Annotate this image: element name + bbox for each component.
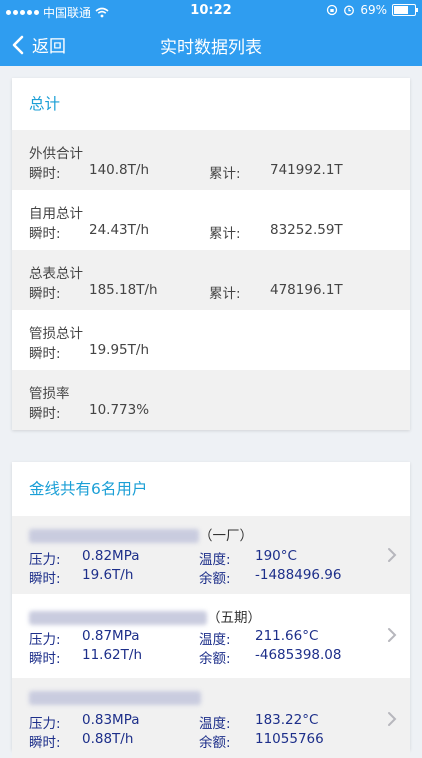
summary-row-loss-total: 管损总计 瞬时: 19.95T/h — [12, 310, 410, 370]
chevron-right-icon — [388, 628, 397, 642]
instant-value: 10.773% — [89, 402, 150, 418]
instant-label: 瞬时: — [29, 166, 61, 182]
alarm-icon — [344, 5, 355, 16]
flow-label: 瞬时: — [29, 571, 61, 587]
row-name: 总表总计 — [29, 266, 83, 282]
total-label: 累计: — [209, 226, 241, 242]
user-list-item[interactable]: 压力: 0.83MPa 温度: 183.22°C 瞬时: 0.88T/h 余额:… — [12, 678, 410, 758]
pressure-label: 压力: — [29, 716, 61, 732]
summary-row-meter-total: 总表总计 瞬时: 185.18T/h 累计: 478196.1T — [12, 250, 410, 310]
temperature-value: 183.22°C — [255, 712, 319, 728]
pressure-label: 压力: — [29, 552, 61, 568]
flow-label: 瞬时: — [29, 651, 61, 667]
instant-label: 瞬时: — [29, 406, 61, 422]
page-title: 实时数据列表 — [160, 38, 262, 58]
instant-label: 瞬时: — [29, 346, 61, 362]
redacted-name — [29, 611, 207, 625]
users-title: 金线共有6名用户 — [29, 480, 148, 498]
instant-value: 185.18T/h — [89, 282, 158, 298]
flow-label: 瞬时: — [29, 735, 61, 751]
instant-value: 19.95T/h — [89, 342, 149, 358]
temperature-value: 211.66°C — [255, 628, 319, 644]
summary-title: 总计 — [29, 95, 61, 113]
row-name: 自用总计 — [29, 206, 83, 222]
summary-row-supply: 外供合计 瞬时: 140.8T/h 累计: 741992.1T — [12, 130, 410, 190]
user-list-item[interactable]: （五期） 压力: 0.87MPa 温度: 211.66°C 瞬时: 11.62T… — [12, 594, 410, 678]
orientation-lock-icon — [327, 4, 338, 16]
temperature-label: 温度: — [199, 632, 231, 648]
user-name: （五期） — [29, 606, 261, 626]
summary-row-self-use: 自用总计 瞬时: 24.43T/h 累计: 83252.59T — [12, 190, 410, 250]
navigation-bar: 返回 实时数据列表 — [0, 22, 422, 66]
battery-percent: 69% — [360, 3, 387, 17]
row-name: 外供合计 — [29, 146, 83, 162]
temperature-label: 温度: — [199, 716, 231, 732]
total-label: 累计: — [209, 286, 241, 302]
instant-value: 140.8T/h — [89, 162, 149, 178]
instant-value: 24.43T/h — [89, 222, 149, 238]
status-right: 69% — [326, 3, 418, 17]
balance-label: 余额: — [199, 735, 231, 751]
total-value: 741992.1T — [270, 162, 343, 178]
balance-value: 11055766 — [255, 731, 324, 747]
user-name: （一厂） — [29, 524, 253, 544]
redacted-name — [29, 691, 201, 705]
row-name: 管损总计 — [29, 326, 83, 342]
summary-row-loss-rate: 管损率 瞬时: 10.773% — [12, 370, 410, 430]
total-value: 478196.1T — [270, 282, 343, 298]
pressure-label: 压力: — [29, 632, 61, 648]
balance-value: -1488496.96 — [255, 567, 342, 583]
pressure-value: 0.83MPa — [82, 712, 140, 728]
flow-value: 0.88T/h — [82, 731, 134, 747]
users-card: 金线共有6名用户 （一厂） 压力: 0.82MPa 温度: 190°C 瞬时: … — [12, 462, 410, 758]
total-value: 83252.59T — [270, 222, 343, 238]
user-name — [29, 690, 201, 706]
total-label: 累计: — [209, 166, 241, 182]
chevron-right-icon — [388, 548, 397, 562]
row-name: 管损率 — [29, 386, 70, 402]
chevron-right-icon — [388, 712, 397, 726]
user-name-suffix: （一厂） — [199, 528, 253, 544]
redacted-name — [29, 529, 199, 543]
balance-label: 余额: — [199, 651, 231, 667]
temperature-label: 温度: — [199, 552, 231, 568]
battery-icon — [392, 4, 418, 16]
instant-label: 瞬时: — [29, 286, 61, 302]
balance-label: 余额: — [199, 571, 231, 587]
temperature-value: 190°C — [255, 548, 297, 564]
summary-card: 总计 外供合计 瞬时: 140.8T/h 累计: 741992.1T 自用总计 … — [12, 78, 410, 430]
flow-value: 19.6T/h — [82, 567, 134, 583]
status-bar: 中国联通 10:22 69% — [0, 0, 422, 22]
pressure-value: 0.82MPa — [82, 548, 140, 564]
instant-label: 瞬时: — [29, 226, 61, 242]
flow-value: 11.62T/h — [82, 647, 142, 663]
user-list-item[interactable]: （一厂） 压力: 0.82MPa 温度: 190°C 瞬时: 19.6T/h 余… — [12, 516, 410, 594]
user-name-suffix: （五期） — [207, 610, 261, 626]
pressure-value: 0.87MPa — [82, 628, 140, 644]
balance-value: -4685398.08 — [255, 647, 342, 663]
